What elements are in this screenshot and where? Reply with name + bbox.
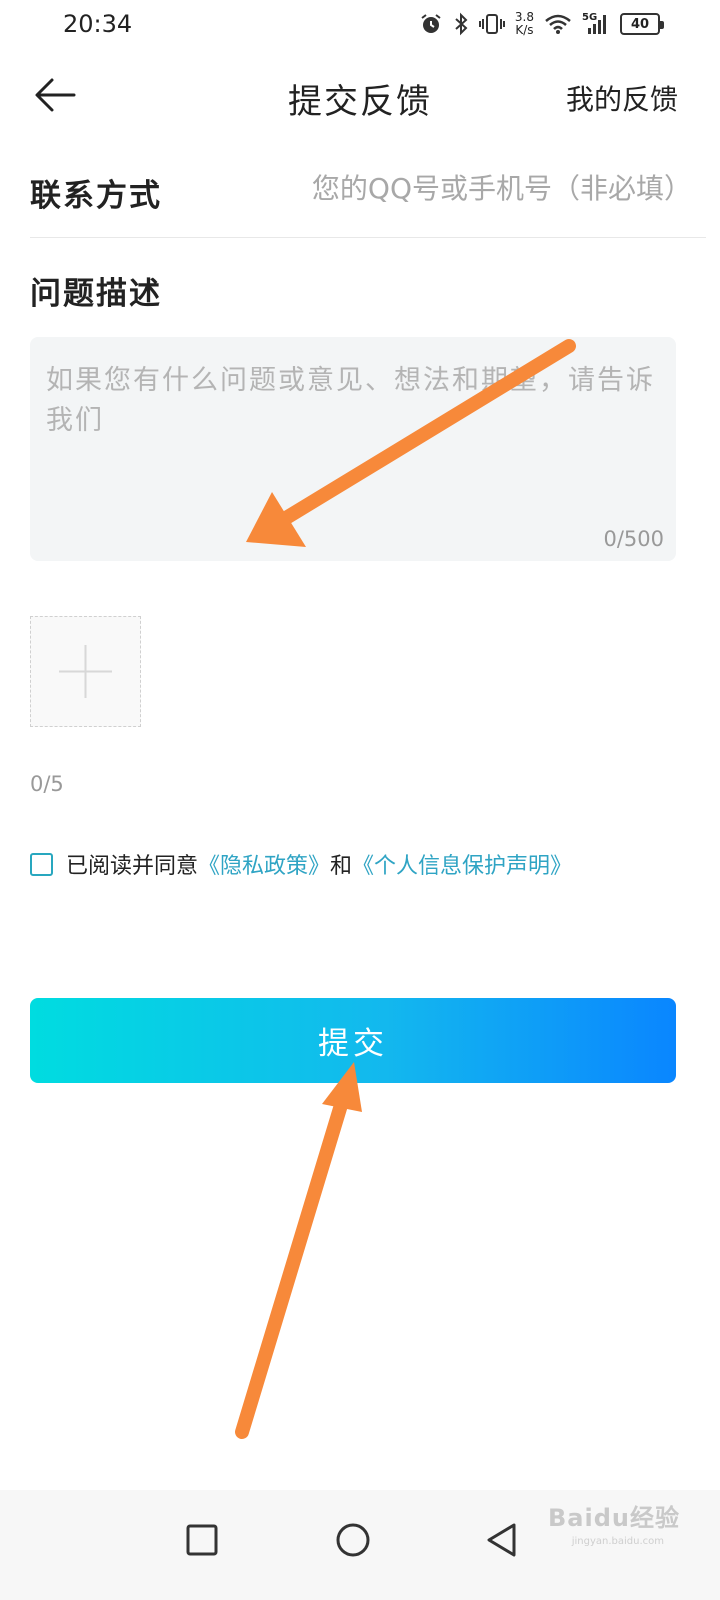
description-label: 问题描述 [30, 276, 162, 312]
photo-count: 0/5 [30, 772, 64, 796]
recent-apps-icon [186, 1524, 218, 1556]
description-char-count: 0/500 [603, 527, 664, 551]
net-speed: 3.8 K/s [515, 11, 534, 37]
net-speed-unit: K/s [515, 23, 534, 37]
baidu-watermark-url: jingyan.baidu.com [571, 1536, 664, 1547]
baidu-watermark: Baidu经验 [548, 1504, 680, 1532]
arrow-to-submit [235, 1062, 362, 1439]
agreement-checkbox[interactable] [30, 852, 53, 876]
add-photo-button[interactable] [30, 616, 141, 727]
contact-label: 联系方式 [30, 178, 162, 214]
wifi-icon [545, 14, 571, 34]
description-textarea[interactable] [46, 361, 656, 511]
submit-button[interactable]: 提交 [30, 998, 676, 1083]
contact-input[interactable] [272, 164, 692, 212]
home-button[interactable] [323, 1510, 383, 1570]
personal-info-statement-link[interactable]: 《个人信息保护声明》 [352, 848, 572, 880]
status-icons: 3.8 K/s 5G 40 [419, 8, 664, 40]
privacy-policy-link[interactable]: 《隐私政策》 [198, 848, 330, 880]
status-time: 20:34 [63, 10, 133, 38]
home-icon [336, 1523, 370, 1557]
signal-icon: 5G [582, 12, 610, 36]
agreement-text: 已阅读并同意 [66, 854, 199, 879]
contact-row: 联系方式 [30, 150, 706, 238]
agreement-row: 已阅读并同意 《隐私政策》 和 《个人信息保护声明》 [30, 848, 572, 880]
plus-icon [59, 645, 112, 698]
agreement-conjunction: 和 [330, 854, 353, 879]
status-bar: 20:34 3.8 K/s 5G 40 [0, 0, 720, 50]
description-box: 0/500 [30, 337, 676, 561]
back-icon [487, 1523, 516, 1557]
battery-icon: 40 [620, 13, 664, 35]
vibrate-icon [478, 14, 505, 34]
nav-back-button[interactable] [472, 1510, 532, 1570]
annotation-arrows [235, 339, 576, 1439]
bluetooth-icon [455, 12, 468, 36]
header: 提交反馈 我的反馈 [0, 60, 720, 130]
battery-level: 40 [630, 16, 650, 32]
my-feedback-link[interactable]: 我的反馈 [566, 78, 678, 118]
recent-apps-button[interactable] [172, 1510, 232, 1570]
alarm-icon [421, 14, 441, 33]
